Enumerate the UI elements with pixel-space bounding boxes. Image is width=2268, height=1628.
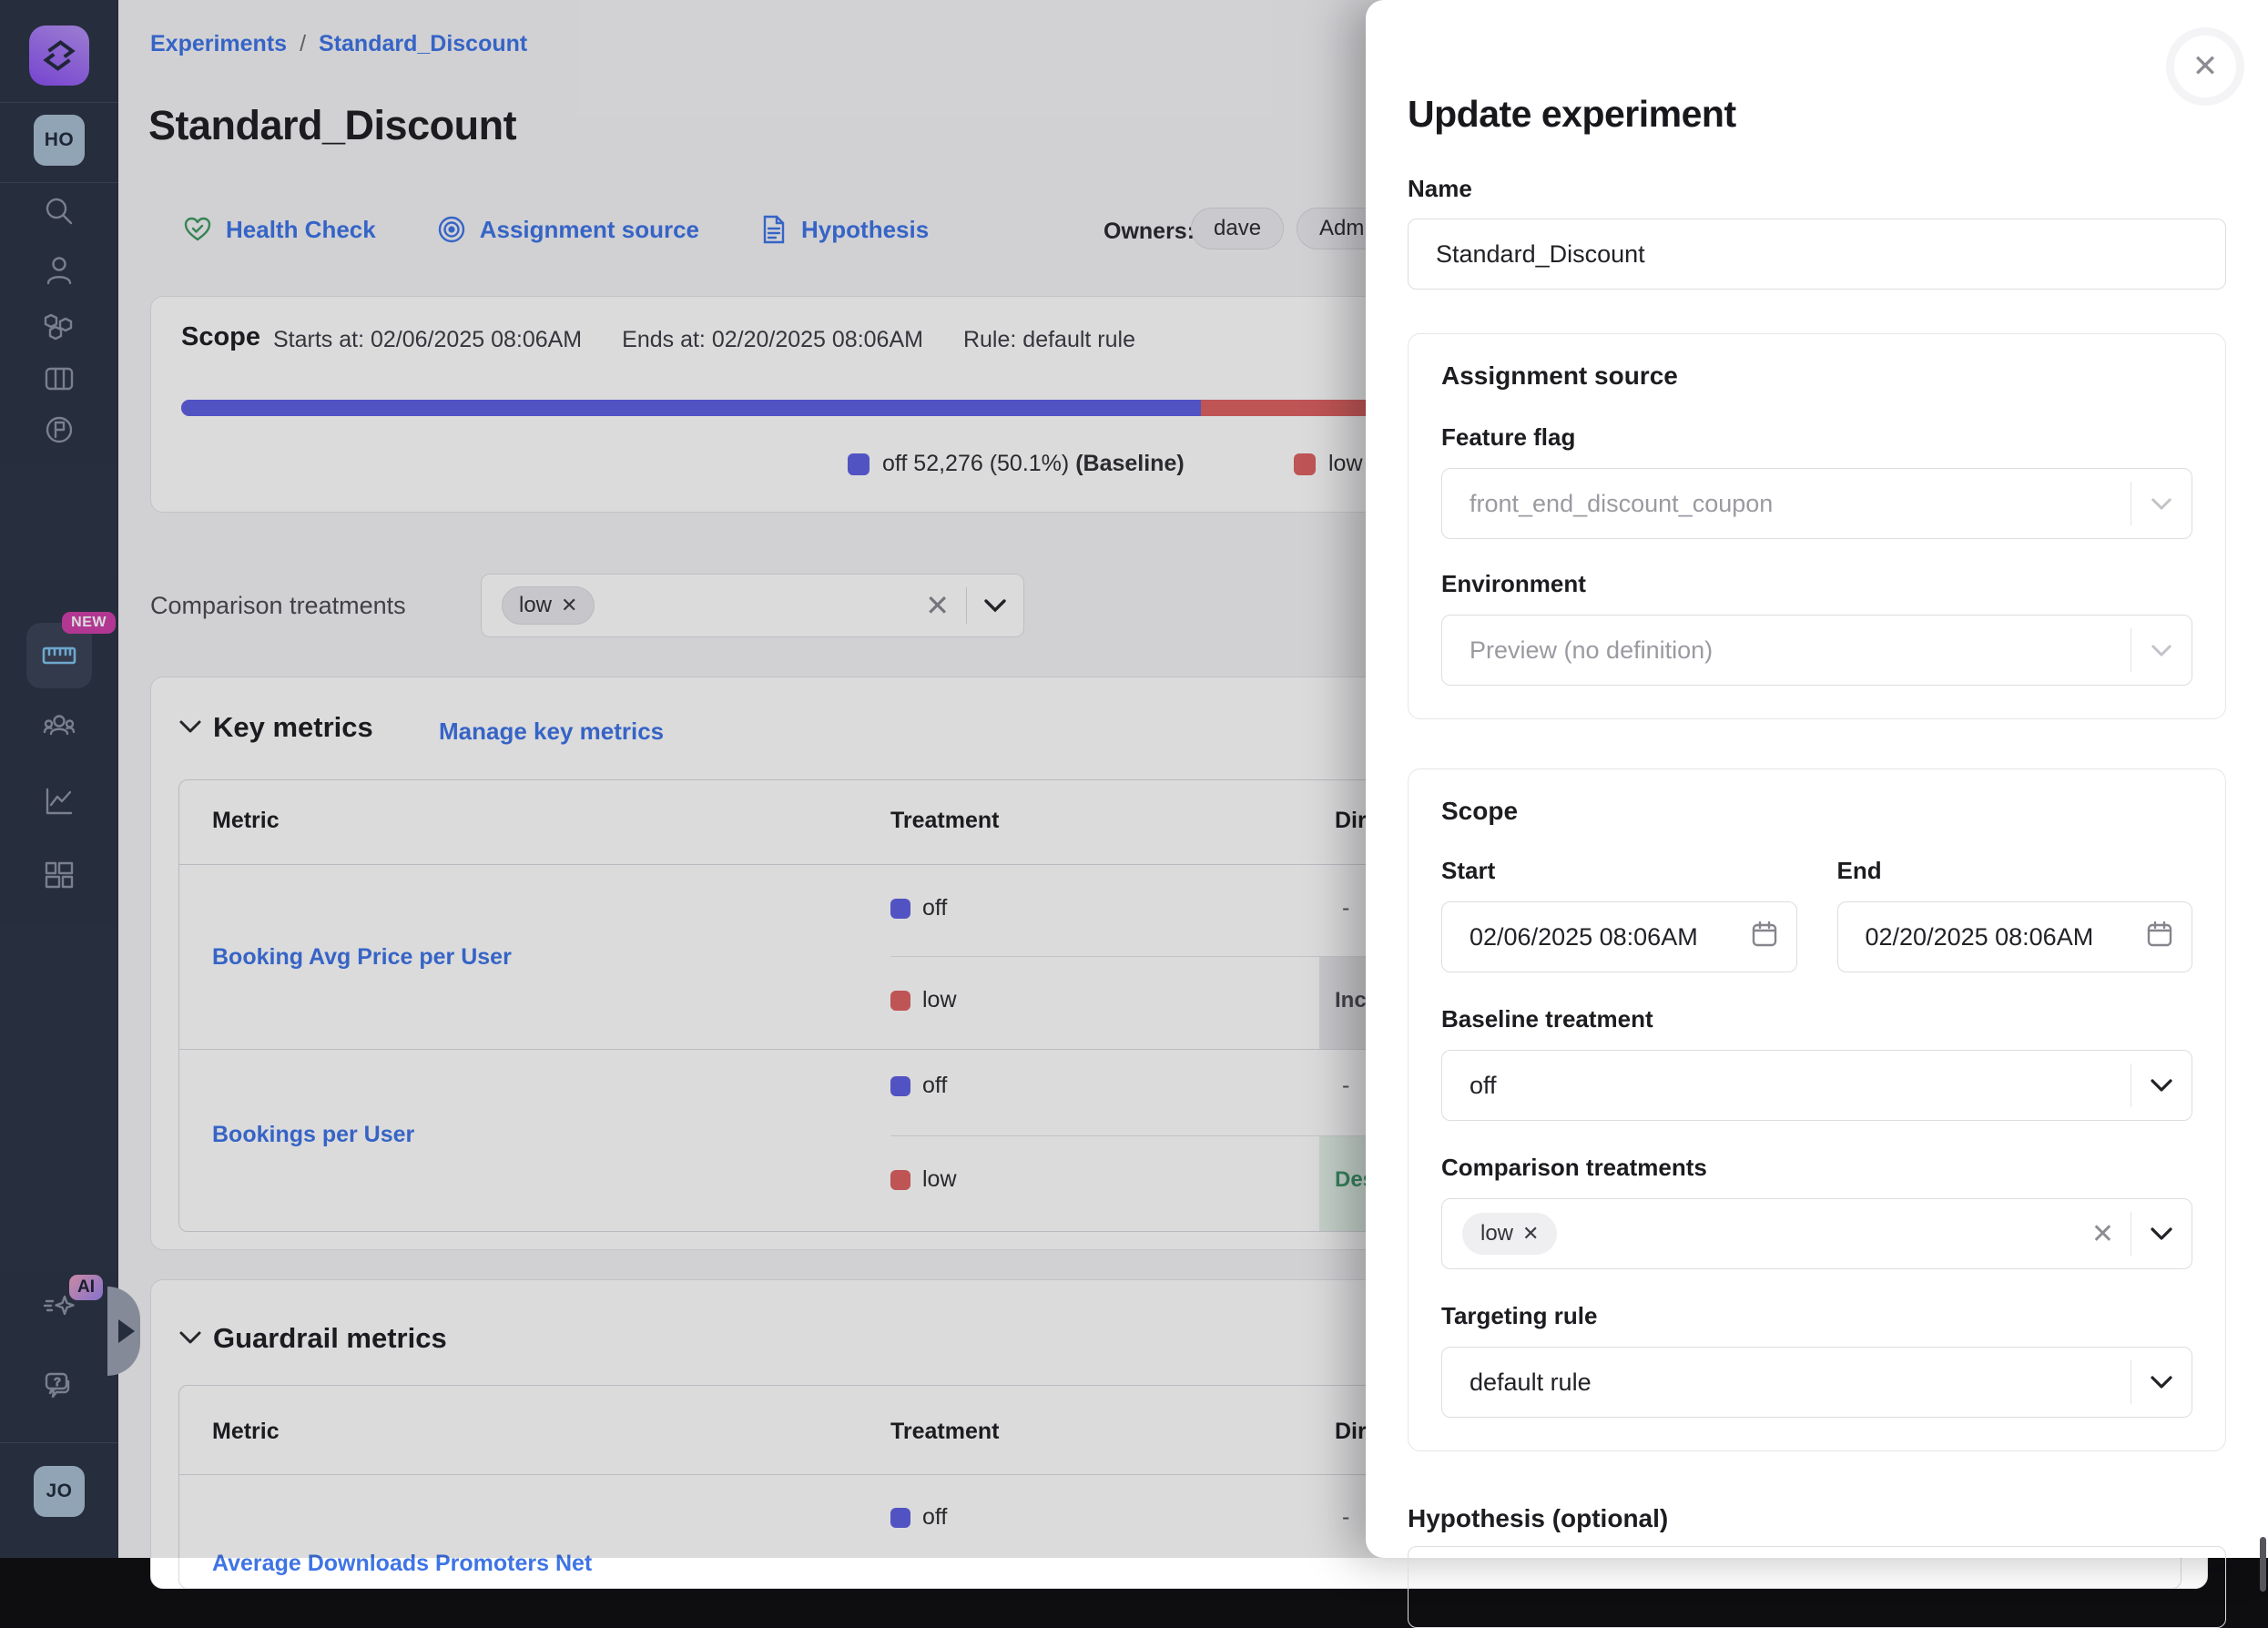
comparison-chip-low[interactable]: low ✕	[1462, 1213, 1557, 1255]
environment-select: Preview (no definition)	[1441, 615, 2192, 686]
name-input[interactable]: Standard_Discount	[1408, 219, 2226, 290]
environment-label: Environment	[1441, 570, 2192, 598]
calendar-icon[interactable]	[2146, 920, 2173, 955]
chip-remove-icon[interactable]: ✕	[1522, 1222, 1539, 1246]
scope-heading: Scope	[1441, 797, 2192, 826]
start-date-input[interactable]: 02/06/2025 08:06AM	[1441, 901, 1797, 972]
chevron-down-icon	[2131, 1078, 2192, 1093]
end-date-input[interactable]: 02/20/2025 08:06AM	[1837, 901, 2193, 972]
chevron-down-icon	[2131, 644, 2192, 657]
chevron-down-icon	[2131, 1375, 2192, 1389]
targeting-rule-select[interactable]: default rule	[1441, 1347, 2192, 1418]
chevron-down-icon	[2131, 497, 2192, 511]
select-clear-icon[interactable]: ✕	[2075, 1218, 2131, 1250]
scope-section: Scope Start 02/06/2025 08:06AM End 02/20…	[1408, 768, 2226, 1451]
end-label: End	[1837, 857, 2193, 885]
targeting-rule-label: Targeting rule	[1441, 1302, 2192, 1330]
environment-value: Preview (no definition)	[1442, 636, 2131, 665]
hypothesis-textarea[interactable]	[1408, 1546, 2226, 1628]
feature-flag-select: front_end_discount_coupon	[1441, 468, 2192, 539]
name-label: Name	[1408, 175, 1472, 203]
start-label: Start	[1441, 857, 1797, 885]
close-icon: ✕	[2192, 48, 2219, 85]
assignment-source-section: Assignment source Feature flag front_end…	[1408, 333, 2226, 719]
comparison-treatments-label: Comparison treatments	[1441, 1154, 2192, 1182]
feature-flag-label: Feature flag	[1441, 423, 2192, 452]
hypothesis-heading: Hypothesis (optional)	[1408, 1504, 1668, 1533]
end-date-value: 02/20/2025 08:06AM	[1866, 923, 2147, 951]
feature-flag-value: front_end_discount_coupon	[1442, 490, 2131, 518]
update-experiment-drawer: ✕ Update experiment Name Standard_Discou…	[1366, 0, 2268, 1558]
baseline-treatment-select[interactable]: off	[1441, 1050, 2192, 1121]
app-stage: HO	[0, 0, 2268, 1558]
chevron-down-icon	[2131, 1226, 2192, 1241]
baseline-treatment-value: off	[1442, 1072, 2131, 1100]
name-input-value: Standard_Discount	[1436, 240, 1645, 269]
close-button[interactable]: ✕	[2166, 27, 2244, 106]
assignment-source-heading: Assignment source	[1441, 361, 2192, 391]
baseline-treatment-label: Baseline treatment	[1441, 1005, 2192, 1033]
start-date-value: 02/06/2025 08:06AM	[1470, 923, 1751, 951]
calendar-icon[interactable]	[1751, 920, 1778, 955]
drawer-title: Update experiment	[1408, 93, 1736, 136]
drawer-scrollbar[interactable]	[2260, 1537, 2266, 1592]
targeting-rule-value: default rule	[1442, 1369, 2131, 1397]
comparison-treatments-select[interactable]: low ✕ ✕	[1441, 1198, 2192, 1269]
